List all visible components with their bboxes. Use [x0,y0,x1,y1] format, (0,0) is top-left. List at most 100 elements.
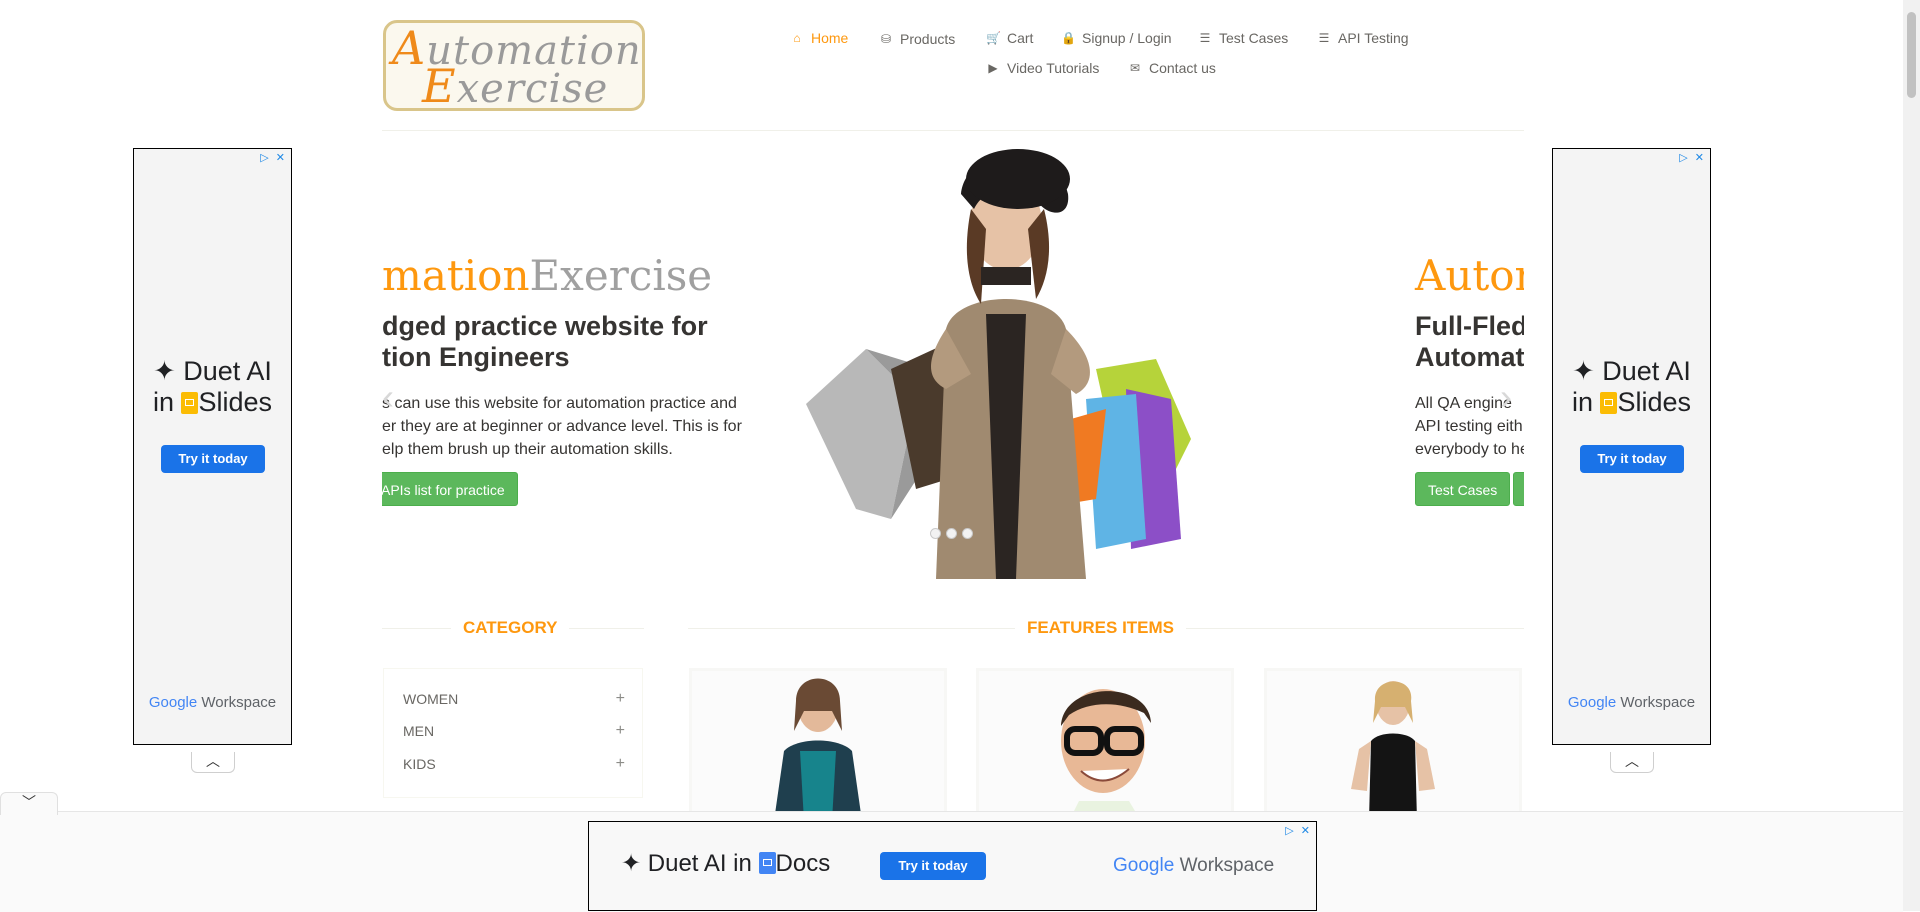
category-kids-label: KIDS [403,756,436,772]
google-wordmark: Google [1567,694,1617,711]
page-scrollbar[interactable] [1903,0,1920,911]
left-ad-collapse-toggle[interactable]: ︿ [191,752,235,773]
carousel-indicator-2[interactable] [946,528,957,539]
nav-products[interactable]: ⛁ Products [879,31,955,47]
anchor-ad-collapse-toggle[interactable]: ﹀ [0,792,58,815]
nav-video-tutorials-label: Video Tutorials [1007,60,1100,76]
bottom-banner-ad[interactable]: ▷ ✕ ✦ Duet AI in Docs Try it today Googl… [588,821,1317,911]
close-icon[interactable]: ✕ [276,152,287,164]
cart-icon: 🛒 [986,31,1001,45]
hero-carousel: mationExercise dged practice website for… [382,131,1524,581]
test-cases-button[interactable]: Test Cases [1415,472,1511,506]
list-icon: ☰ [1199,31,1211,45]
slide-heading-line: dged practice website for [382,311,708,341]
slides-icon [1600,392,1618,414]
category-women[interactable]: WOMEN + [403,690,625,708]
brand-gray: Exercise [529,251,713,300]
ad-headline-line: ✦ Duet AI [153,356,272,386]
scrollbar-thumb[interactable] [1907,12,1916,98]
product-card[interactable] [976,668,1234,818]
nav-video-tutorials[interactable]: ▶ Video Tutorials [986,60,1099,76]
right-side-ad[interactable]: ▷ ✕ ✦ Duet AI in Slides Try it today Goo… [1552,148,1711,745]
plus-icon[interactable]: + [616,755,625,773]
logo-letter-e: E [422,59,457,113]
logo-word-exercise: xercise [456,66,609,112]
envelope-icon: ✉ [1129,61,1141,75]
ad-try-button[interactable]: Try it today [1580,445,1684,473]
brand-orange: mation [382,251,530,300]
nav-home-label: Home [811,30,849,46]
close-icon[interactable]: ✕ [1301,825,1312,837]
chevron-down-icon: ﹀ [22,794,36,810]
chevron-up-icon: ︿ [206,753,220,769]
youtube-icon: ▶ [988,61,998,75]
ad-headline-line: ✦ Duet AI [1572,356,1691,386]
docs-icon [758,852,776,874]
right-ad-collapse-toggle[interactable]: ︿ [1610,752,1654,773]
apis-list-button[interactable]: APIs list for practice [382,472,518,506]
apis-list-button-label: APIs list for practice [382,482,505,498]
product-card[interactable] [689,668,947,818]
carousel-next-arrow[interactable]: › [1500,379,1512,415]
slide-text-line: er they are at beginner or advance level… [382,418,742,435]
carousel-indicator-3[interactable] [962,528,973,539]
nav-contact-us-label: Contact us [1149,60,1216,76]
left-side-ad[interactable]: ▷ ✕ ✦ Duet AI in Slides Try it today Goo… [133,148,292,745]
bottom-ad-try-button[interactable]: Try it today [880,852,986,880]
hero-model-image [806,149,1191,579]
ad-headline-product: Slides [1617,387,1692,417]
bottom-ad-try-button-label: Try it today [898,858,968,873]
product-card[interactable] [1264,668,1522,818]
google-workspace-logo: Google Workspace [1553,694,1710,711]
nav-test-cases[interactable]: ☰ Test Cases [1198,30,1289,46]
bottom-ad-headline-text: ✦ Duet AI in [621,850,759,877]
category-title: CATEGORY [451,618,570,638]
bottom-ad-headline: ✦ Duet AI in Docs [621,849,830,878]
nav-api-testing[interactable]: ☰ API Testing [1317,30,1409,46]
nav-signup-login[interactable]: 🔒 Signup / Login [1061,30,1172,46]
category-kids[interactable]: KIDS + [403,755,625,773]
ad-headline: ✦ Duet AI in Slides [1553,356,1710,418]
plus-icon[interactable]: + [616,722,625,740]
category-men[interactable]: MEN + [403,722,625,740]
nav-contact-us[interactable]: ✉ Contact us [1128,60,1216,76]
apis-list-button-partial[interactable] [1513,472,1524,506]
google-wordmark: Google [1113,855,1175,876]
list-icon: ☰ [1318,31,1330,45]
category-women-label: WOMEN [403,691,459,707]
workspace-wordmark: Workspace [201,694,277,711]
nav-cart[interactable]: 🛒 Cart [986,30,1033,46]
nav-cart-label: Cart [1007,30,1034,46]
ad-choices-icon[interactable]: ▷ ✕ [1285,824,1312,837]
slides-icon [181,392,199,414]
slide-brand-left: mationExercise [382,251,712,300]
ad-headline-product: Slides [198,387,273,417]
slide-brand-right: Autom [1415,251,1524,300]
site-logo[interactable]: Automation Exercise [383,20,645,111]
carousel-prev-arrow[interactable]: ‹ [382,379,394,415]
product-image-women-dress [1267,671,1519,815]
workspace-wordmark: Workspace [1179,855,1275,876]
workspace-wordmark: Workspace [1620,694,1696,711]
ad-try-button[interactable]: Try it today [161,445,265,473]
nav-api-testing-label: API Testing [1338,30,1409,46]
ad-choices-icon[interactable]: ▷ ✕ [260,151,287,164]
slide-heading-left: dged practice website for tion Engineers [382,311,708,373]
carousel-indicator-1[interactable] [930,528,941,539]
slide-text-line: API testing eith [1415,418,1523,435]
close-icon[interactable]: ✕ [1695,152,1706,164]
nav-home[interactable]: ⌂ Home [790,30,848,46]
features-title: FEATURES ITEMS [1015,618,1187,638]
ad-choices-icon[interactable]: ▷ ✕ [1679,151,1706,164]
slide-text-left: s can use this website for automation pr… [382,392,742,461]
plus-icon[interactable]: + [616,690,625,708]
google-wordmark: Google [148,694,198,711]
slide-heading-right: Full-Fled Automat [1415,311,1524,373]
products-icon: ⛁ [880,32,892,46]
slide-heading-line: tion Engineers [382,342,570,372]
chevron-right-icon: › [1500,376,1512,417]
slide-text-line: everybody to he [1415,441,1524,458]
lock-icon: 🔒 [1061,31,1076,45]
chevron-up-icon: ︿ [1625,753,1639,769]
product-image-women-top [692,671,944,815]
